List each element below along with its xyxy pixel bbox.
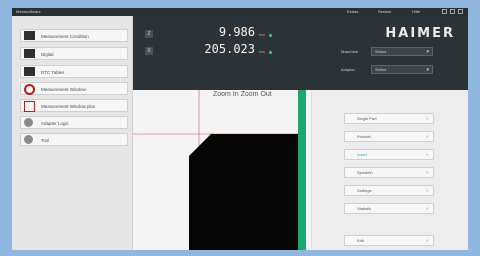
- axis-x-unit: mm: [259, 50, 265, 54]
- button-label: Statistik: [357, 206, 372, 211]
- sidebar-item-measurement-window-plus[interactable]: Measurement Window plus: [20, 99, 128, 112]
- sidebar-item-label: RTC Tables: [41, 70, 65, 75]
- sidebar-item-adapter-logic[interactable]: Adapter Logic: [20, 116, 128, 129]
- rtc-tables-icon: [24, 67, 35, 76]
- button-label: Settings: [357, 188, 372, 193]
- view-canvas: Zoom In Zoom Out: [133, 90, 311, 250]
- button-label: Produkt: [357, 134, 371, 139]
- position-readout: Z 9.986 mm X 205.023 mm HAIMER Maschine …: [133, 16, 468, 90]
- settings-button[interactable]: Settings ›: [344, 185, 434, 196]
- measurement-window-plus-icon: [24, 101, 35, 112]
- chevron-down-icon: ▾: [426, 49, 429, 55]
- sidebar-item-digital[interactable]: Digital: [20, 47, 128, 60]
- insert-button[interactable]: Insert ›: [344, 149, 434, 160]
- sidebar-item-tool[interactable]: Tool: [20, 133, 128, 146]
- button-label: Edit: [357, 238, 364, 243]
- sidebar-item-measurement-window[interactable]: Measurement Window: [20, 82, 128, 95]
- chevron-right-icon: ›: [426, 170, 428, 176]
- edge-marker: [298, 90, 306, 250]
- measurement-window-icon: [24, 84, 35, 95]
- minimize-icon[interactable]: [442, 9, 447, 14]
- axis-z-unit: mm: [259, 33, 265, 37]
- menu-help[interactable]: Hilfe: [412, 8, 420, 16]
- axis-x-badge: X: [145, 47, 153, 55]
- chevron-right-icon: ›: [426, 116, 428, 122]
- product-button[interactable]: Produkt ›: [344, 131, 434, 142]
- sidebar-item-measurement-condition[interactable]: Measurement Condition: [20, 29, 128, 42]
- tool-icon: [24, 135, 33, 144]
- chevron-right-icon: ›: [426, 238, 428, 244]
- button-label: Spindeln: [357, 170, 373, 175]
- tool-silhouette: [189, 134, 301, 250]
- machine-select[interactable]: Select ▾: [371, 47, 433, 56]
- machine-label: Maschine: [341, 49, 359, 54]
- right-panel: Single Part › Produkt › Insert › Spindel…: [312, 90, 468, 250]
- digital-icon: [24, 49, 35, 58]
- axis-z-status-dot: [269, 34, 272, 37]
- sidebar-item-label: Tool: [41, 138, 50, 143]
- chevron-right-icon: ›: [426, 188, 428, 194]
- axis-z-value: 9.986: [218, 25, 255, 39]
- axis-z-badge: Z: [145, 30, 153, 38]
- chevron-right-icon: ›: [426, 206, 428, 212]
- adapter-select[interactable]: Select ▾: [371, 65, 433, 74]
- sidebar-item-label: Measurement Window: [41, 87, 86, 92]
- adapter-label: Adapter: [341, 67, 356, 72]
- adapter-select-value: Select: [375, 67, 387, 72]
- single-part-button[interactable]: Single Part ›: [344, 113, 434, 124]
- spindles-button[interactable]: Spindeln ›: [344, 167, 434, 178]
- view-overlay-text: Zoom In Zoom Out: [213, 91, 272, 98]
- measurement-condition-icon: [24, 31, 35, 40]
- sidebar-item-label: Adapter Logic: [41, 121, 69, 126]
- button-label: Insert: [357, 152, 368, 157]
- sidebar-item-label: Measurement Condition: [41, 34, 89, 39]
- main-window: Measurement Condition Digital RTC Tables…: [12, 16, 468, 250]
- sidebar-item-label: Digital: [41, 52, 54, 57]
- chevron-down-icon: ▾: [426, 67, 429, 73]
- axis-x-status-dot: [269, 51, 272, 54]
- statistics-button[interactable]: Statistik ›: [344, 203, 434, 214]
- menu-service[interactable]: Service: [378, 8, 391, 16]
- sidebar: Measurement Condition Digital RTC Tables…: [12, 16, 133, 250]
- button-label: Single Part: [357, 116, 377, 121]
- chevron-right-icon: ›: [426, 134, 428, 140]
- sidebar-item-rtc-tables[interactable]: RTC Tables: [20, 65, 128, 78]
- maximize-icon[interactable]: [450, 9, 455, 14]
- axis-x-value: 205.023: [204, 42, 255, 56]
- adapter-logic-icon: [24, 118, 33, 127]
- edit-button[interactable]: Edit ›: [344, 235, 434, 246]
- app-title: Messsoftware: [16, 9, 41, 14]
- close-icon[interactable]: [458, 9, 463, 14]
- chevron-right-icon: ›: [426, 152, 428, 158]
- title-bar: Messsoftware Extras Service Hilfe: [12, 8, 468, 16]
- measurement-view[interactable]: Zoom In Zoom Out: [133, 90, 312, 250]
- sidebar-item-label: Measurement Window plus: [41, 104, 96, 109]
- machine-select-value: Select: [375, 49, 387, 54]
- haimer-logo: HAIMER: [385, 26, 455, 41]
- menu-extras[interactable]: Extras: [347, 8, 358, 16]
